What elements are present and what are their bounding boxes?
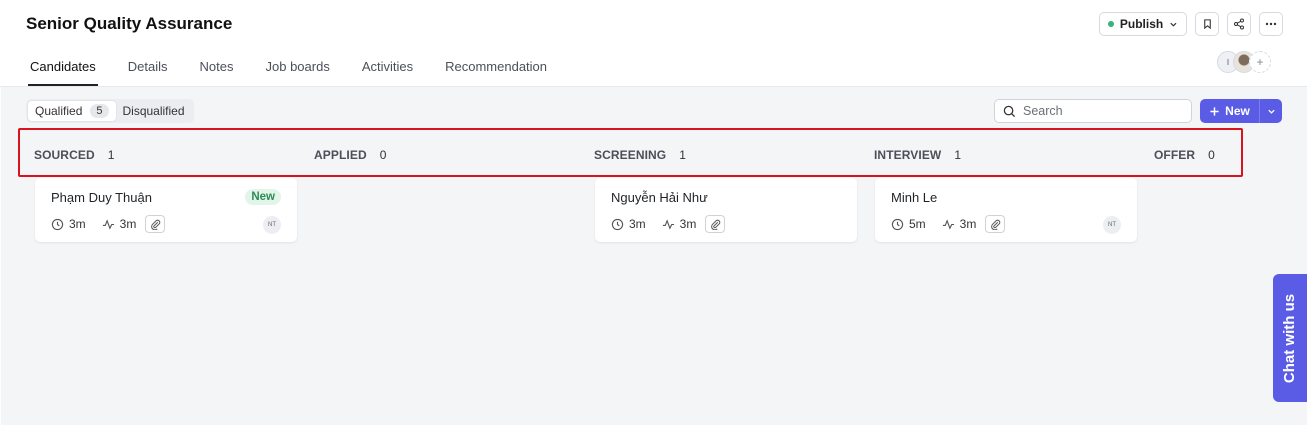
share-button[interactable] <box>1227 12 1251 36</box>
stage-count: 1 <box>679 148 687 162</box>
plus-icon <box>1210 106 1219 116</box>
new-button[interactable]: New <box>1200 99 1259 123</box>
tab-recommendation[interactable]: Recommendation <box>429 46 563 86</box>
status-dot <box>1108 21 1114 27</box>
stage-sourced: SOURCED 1 <box>34 148 115 162</box>
stage-name: OFFER <box>1154 148 1196 162</box>
card-meta: 3m 3m <box>51 215 166 233</box>
attachment-button[interactable] <box>145 215 166 233</box>
qualification-filter: Qualified 5 Disqualified <box>26 99 194 123</box>
bookmark-icon <box>1203 19 1211 30</box>
owner-avatar: NT <box>263 216 281 234</box>
qualified-filter[interactable]: Qualified 5 <box>28 101 116 121</box>
stage-applied: APPLIED 0 <box>314 148 387 162</box>
page-title: Senior Quality Assurance <box>26 14 233 33</box>
search-box[interactable] <box>994 99 1192 123</box>
paperclip-icon <box>150 219 161 230</box>
candidate-name[interactable]: Minh Le <box>891 190 937 205</box>
new-button-group: New <box>1200 99 1282 123</box>
tab-candidates[interactable]: Candidates <box>14 46 112 86</box>
card-meta: 5m 3m <box>891 215 1006 233</box>
last-activity: 3m <box>959 217 977 231</box>
tab-bar: Candidates Details Notes Job boards Acti… <box>14 46 563 86</box>
more-button[interactable] <box>1259 12 1283 36</box>
last-activity: 3m <box>119 217 137 231</box>
stage-name: SCREENING <box>594 148 667 162</box>
share-icon <box>1234 18 1244 30</box>
team-avatars[interactable]: I + <box>1217 51 1271 73</box>
time-in-stage: 3m <box>629 217 646 231</box>
header-actions: Publish <box>1099 12 1283 36</box>
stage-name: SOURCED <box>34 148 95 162</box>
clock-icon <box>611 218 624 230</box>
search-icon <box>1003 105 1016 117</box>
tab-activities[interactable]: Activities <box>346 46 429 86</box>
tab-notes[interactable]: Notes <box>184 46 250 86</box>
disqualified-filter[interactable]: Disqualified <box>116 101 192 121</box>
time-in-stage: 5m <box>909 217 926 231</box>
activity-icon <box>942 218 954 230</box>
publish-label: Publish <box>1119 17 1164 31</box>
chevron-down-icon <box>1170 22 1177 27</box>
activity-icon <box>662 218 674 230</box>
more-icon <box>1265 22 1277 26</box>
search-input[interactable] <box>1023 104 1173 118</box>
clock-icon <box>891 218 904 230</box>
stage-count: 0 <box>1208 148 1215 162</box>
qualified-label: Qualified <box>35 104 83 118</box>
stage-count: 1 <box>107 148 115 162</box>
chevron-down-icon <box>1267 109 1275 114</box>
card-meta: 3m 3m <box>611 215 726 233</box>
time-in-stage: 3m <box>69 217 86 231</box>
stage-screening: SCREENING 1 <box>594 148 686 162</box>
stage-name: APPLIED <box>314 148 367 162</box>
status-badge: New <box>245 189 281 205</box>
bookmark-button[interactable] <box>1195 12 1219 36</box>
publish-button[interactable]: Publish <box>1099 12 1187 36</box>
candidate-name[interactable]: Phạm Duy Thuận <box>51 190 152 205</box>
attachment-button[interactable] <box>705 215 726 233</box>
top-bar: Senior Quality Assurance Publish Candida… <box>0 0 1307 87</box>
candidate-card[interactable]: Nguyễn Hải Như 3m 3m <box>595 178 857 242</box>
stage-count: 1 <box>954 148 962 162</box>
new-dropdown-button[interactable] <box>1259 99 1282 123</box>
stage-count: 0 <box>379 148 387 162</box>
add-member-button[interactable]: + <box>1249 51 1271 73</box>
clock-icon <box>51 218 64 230</box>
qualified-count: 5 <box>90 104 109 118</box>
attachment-button[interactable] <box>985 215 1006 233</box>
stage-name: INTERVIEW <box>874 148 942 162</box>
candidate-card[interactable]: Minh Le 5m 3m NT <box>875 178 1137 242</box>
candidate-card[interactable]: Phạm Duy Thuận New 3m 3m NT <box>35 178 297 242</box>
stage-offer: OFFER 0 <box>1154 148 1215 162</box>
last-activity: 3m <box>679 217 697 231</box>
tab-job-boards[interactable]: Job boards <box>250 46 346 86</box>
stage-interview: INTERVIEW 1 <box>874 148 961 162</box>
tab-details[interactable]: Details <box>112 46 184 86</box>
activity-icon <box>102 218 114 230</box>
owner-avatar: NT <box>1103 216 1121 234</box>
paperclip-icon <box>710 219 721 230</box>
new-label: New <box>1225 104 1250 118</box>
chat-label: Chat with us <box>1281 293 1299 383</box>
paperclip-icon <box>990 219 1001 230</box>
candidate-name[interactable]: Nguyễn Hải Như <box>611 190 708 205</box>
plus-icon: + <box>1256 55 1264 69</box>
chat-with-us-button[interactable]: Chat with us <box>1273 274 1307 402</box>
